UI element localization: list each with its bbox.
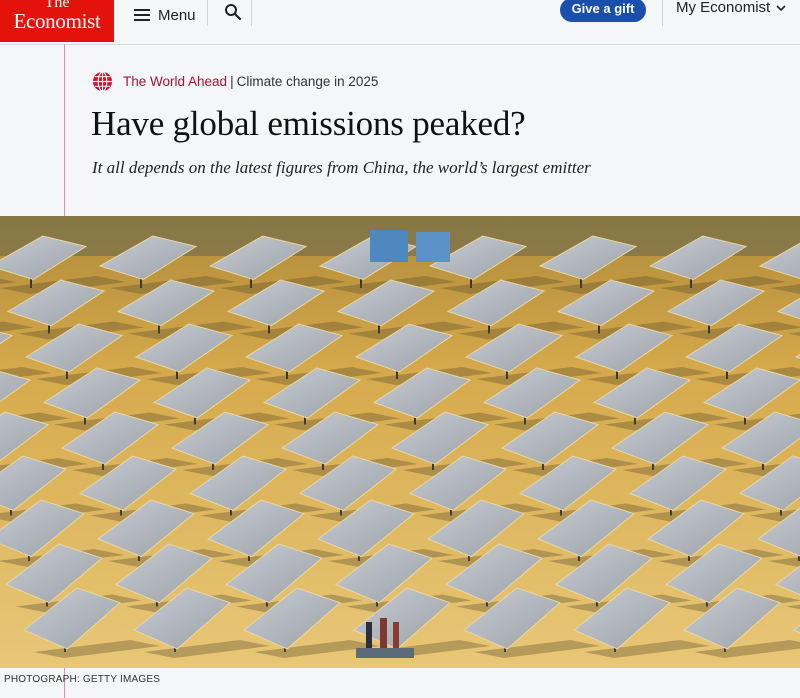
article-subheadline: It all depends on the latest figures fro… [92, 158, 591, 177]
chevron-down-icon [776, 4, 786, 11]
logo-line-2: Economist [13, 9, 101, 33]
section-link[interactable]: The World Ahead [123, 74, 227, 89]
nav-divider [662, 0, 663, 26]
globe-icon [92, 70, 113, 92]
rubric-divider: | [230, 73, 234, 89]
nav-divider [251, 0, 252, 26]
solar-panels-illustration [0, 216, 800, 668]
my-economist-label: My Economist [676, 0, 771, 16]
article-headline: Have global emissions peaked? [91, 104, 526, 143]
menu-button[interactable]: Menu [134, 4, 196, 26]
my-economist-menu[interactable]: My Economist [676, 0, 786, 16]
photo-credit: PHOTOGRAPH: GETTY IMAGES [4, 674, 161, 685]
menu-label: Menu [158, 6, 196, 24]
nav-divider [207, 0, 208, 26]
article-rubric: The World Ahead | Climate change in 2025 [92, 70, 378, 92]
top-nav: The Economist Menu Give a gift My Econom… [0, 0, 800, 45]
hero-photo-solar-farm [0, 216, 800, 668]
economist-logo[interactable]: The Economist [0, 0, 114, 42]
hamburger-icon [134, 9, 150, 21]
give-a-gift-button[interactable]: Give a gift [560, 0, 646, 22]
search-icon[interactable] [224, 3, 242, 21]
topic-link[interactable]: Climate change in 2025 [237, 74, 379, 89]
